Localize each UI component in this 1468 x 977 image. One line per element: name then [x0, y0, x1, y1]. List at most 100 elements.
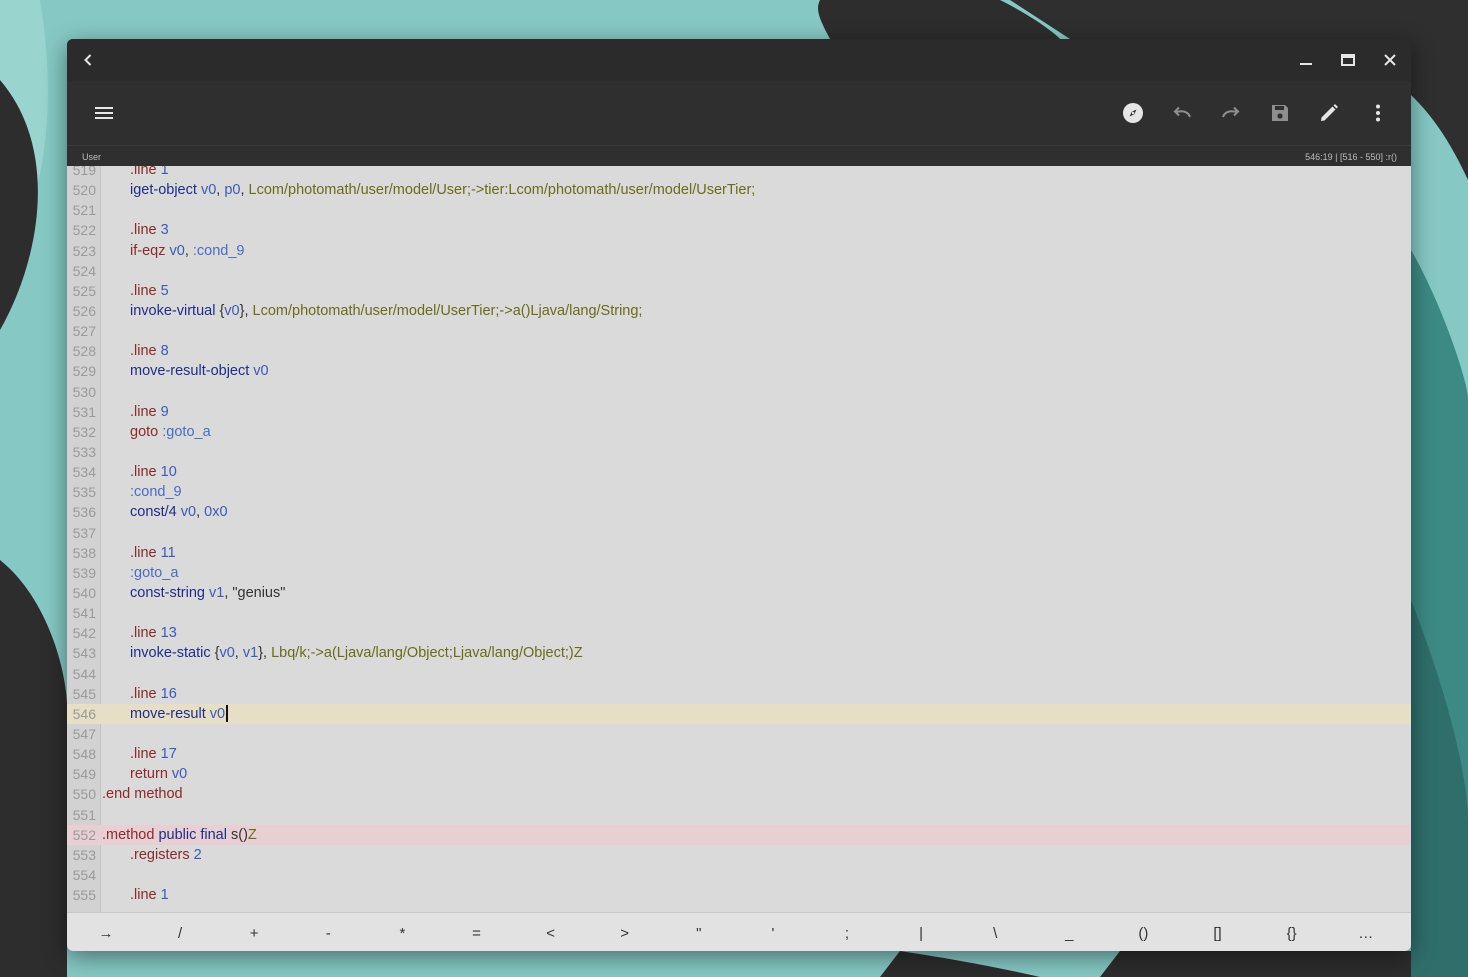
code-line[interactable]: 526 invoke-virtual {v0}, Lcom/photomath/u…	[67, 301, 1411, 321]
code-line[interactable]: 539:goto_a	[67, 563, 1411, 583]
navigate-button[interactable]	[1109, 89, 1157, 137]
code-line[interactable]: 530	[67, 382, 1411, 402]
symbol-key[interactable]: -	[291, 913, 365, 951]
code-line[interactable]: 531 .line 9	[67, 402, 1411, 422]
code-token: v0	[219, 645, 235, 662]
save-button[interactable]	[1256, 89, 1304, 137]
symbol-key[interactable]: /	[143, 913, 217, 951]
symbol-key[interactable]: _	[1032, 913, 1106, 951]
code-token: v1	[242, 645, 259, 662]
line-number: 548	[72, 746, 96, 763]
line-number: 533	[72, 443, 96, 460]
code-token: 3	[160, 222, 169, 239]
code-line[interactable]: 535:cond_9	[67, 482, 1411, 502]
menu-button[interactable]	[80, 89, 128, 137]
code-text: .line 9	[130, 402, 169, 422]
code-line[interactable]: 555 .line 1	[67, 885, 1411, 905]
symbol-key[interactable]: …	[1329, 913, 1403, 951]
line-number: 538	[72, 544, 96, 561]
hamburger-menu-icon	[95, 107, 113, 119]
code-line[interactable]: 536 const/4 v0, 0x0	[67, 502, 1411, 522]
symbol-key[interactable]: |	[884, 913, 958, 951]
redo-button[interactable]	[1207, 89, 1255, 137]
code-line[interactable]: 527	[67, 321, 1411, 341]
code-line[interactable]: 541	[67, 603, 1411, 623]
code-text: .method public final s()Z	[102, 825, 257, 845]
maximize-button[interactable]	[1327, 39, 1369, 81]
symbol-key[interactable]: →	[69, 913, 143, 951]
code-line[interactable]: 552 .method public final s()Z	[67, 824, 1411, 845]
code-line[interactable]: 525 .line 5	[67, 281, 1411, 301]
code-token: invoke-static	[130, 645, 211, 662]
code-line[interactable]: 529 move-result-object v0	[67, 361, 1411, 381]
code-line[interactable]: 546 move-result v0	[67, 703, 1411, 724]
code-line[interactable]: 545 .line 16	[67, 684, 1411, 704]
code-text: const/4 v0, 0x0	[130, 502, 228, 522]
code-line[interactable]: 532 goto :goto_a	[67, 422, 1411, 442]
code-line[interactable]: 551	[67, 805, 1411, 825]
more-vert-icon	[1376, 104, 1380, 122]
symbol-key[interactable]: "	[662, 913, 736, 951]
line-number: 551	[72, 806, 96, 823]
symbol-key[interactable]: ;	[810, 913, 884, 951]
code-line[interactable]: 544	[67, 664, 1411, 684]
line-number: 542	[72, 625, 96, 642]
back-button[interactable]	[67, 39, 109, 81]
code-line[interactable]: 522 .line 3	[67, 220, 1411, 240]
code-token: v0	[169, 242, 185, 259]
code-line[interactable]: 547	[67, 724, 1411, 744]
code-line[interactable]: 543 invoke-static {v0, v1}, Lbq/k;->a(Lja…	[67, 643, 1411, 663]
code-token: v0	[171, 766, 188, 783]
symbol-key[interactable]: {}	[1255, 913, 1329, 951]
symbol-key[interactable]: >	[588, 913, 662, 951]
line-number: 550	[72, 786, 96, 803]
symbol-key[interactable]: *	[365, 913, 439, 951]
code-line[interactable]: 528 .line 8	[67, 341, 1411, 361]
line-number: 554	[72, 866, 96, 883]
symbol-key[interactable]: =	[440, 913, 514, 951]
line-number: 547	[72, 725, 96, 742]
code-line[interactable]: 519 .line 1	[67, 166, 1411, 180]
code-line[interactable]: 538 .line 11	[67, 543, 1411, 563]
code-editor[interactable]: 519 .line 1 520 iget-object v0, p0, Lcom/ph…	[67, 166, 1411, 912]
symbol-key[interactable]: +	[217, 913, 291, 951]
code-line[interactable]: 550 .end method	[67, 784, 1411, 804]
code-line[interactable]: 523 if-eqz v0, :cond_9	[67, 241, 1411, 261]
minimize-button[interactable]	[1285, 39, 1327, 81]
compass-icon	[1123, 103, 1143, 123]
code-line[interactable]: 548 .line 17	[67, 744, 1411, 764]
symbol-key[interactable]: []	[1181, 913, 1255, 951]
symbol-key[interactable]: \	[958, 913, 1032, 951]
code-line[interactable]: 542 .line 13	[67, 623, 1411, 643]
code-line[interactable]: 537	[67, 523, 1411, 543]
code-token: },	[258, 645, 272, 662]
code-line[interactable]: 554	[67, 865, 1411, 885]
code-token: 1	[160, 166, 169, 178]
code-lines[interactable]: 519 .line 1 520 iget-object v0, p0, Lcom/ph…	[67, 166, 1411, 905]
symbol-key[interactable]: <	[514, 913, 588, 951]
code-line[interactable]: 520 iget-object v0, p0, Lcom/photomath/us…	[67, 180, 1411, 200]
code-line[interactable]: 534 .line 10	[67, 462, 1411, 482]
line-number: 536	[72, 504, 96, 521]
code-line[interactable]: 521	[67, 200, 1411, 220]
code-token: final	[200, 826, 227, 843]
undo-button[interactable]	[1158, 89, 1206, 137]
symbol-key[interactable]: ()	[1106, 913, 1180, 951]
close-button[interactable]	[1369, 39, 1411, 81]
code-token: 11	[160, 544, 176, 561]
code-token: iget-object	[130, 182, 197, 199]
edit-button[interactable]	[1305, 89, 1353, 137]
more-options-button[interactable]	[1354, 89, 1402, 137]
code-line[interactable]: 540 const-string v1, "genius"	[67, 583, 1411, 603]
code-text: .line 5	[130, 281, 169, 301]
symbol-key[interactable]: '	[736, 913, 810, 951]
code-line[interactable]: 524	[67, 261, 1411, 281]
code-token: invoke-virtual	[130, 302, 216, 319]
line-number: 521	[72, 202, 96, 219]
code-token: 16	[160, 685, 177, 702]
code-line[interactable]: 553 .registers 2	[67, 845, 1411, 865]
code-line[interactable]: 533	[67, 442, 1411, 462]
code-token: .line	[130, 403, 157, 420]
symbol-keys-bar: → / + - * = < > " '; | \ _()[]{}…	[67, 912, 1411, 951]
code-line[interactable]: 549 return v0	[67, 764, 1411, 784]
